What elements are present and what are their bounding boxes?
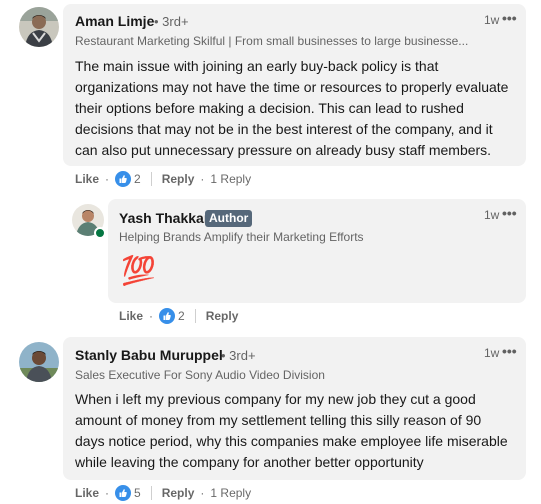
divider [194, 309, 196, 323]
connection-degree: • 3rd+ [154, 14, 189, 29]
like-reaction-icon[interactable] [159, 308, 176, 324]
comment-line: their options before making a decision. … [75, 100, 464, 116]
separator-dot: · [200, 486, 205, 500]
online-status-indicator [94, 227, 106, 239]
like-count[interactable]: 2 [178, 309, 185, 323]
commenter-name[interactable]: Aman Limje [75, 13, 154, 29]
divider [150, 486, 152, 500]
comment-line: amount of money from my settlement telli… [75, 412, 482, 428]
commenter-name[interactable]: Stanly Babu Muruppel [75, 347, 223, 363]
more-options-icon[interactable]: ••• [502, 10, 517, 26]
more-options-icon[interactable]: ••• [502, 205, 517, 221]
like-count[interactable]: 5 [134, 486, 141, 500]
separator-dot: · [105, 172, 110, 186]
comment-line: organizations may not have the time or r… [75, 79, 509, 95]
comment-line: days notice period, why this companies m… [75, 433, 508, 449]
author-badge: Author [205, 210, 253, 227]
replies-count-link[interactable]: 1 Reply [210, 172, 251, 186]
connection-degree: • 3rd+ [221, 348, 256, 363]
comment-line: When i left my previous company for my n… [75, 391, 476, 407]
like-reaction-icon[interactable] [115, 171, 132, 187]
commenter-headline: Sales Executive For Sony Audio Video Div… [75, 368, 325, 382]
commenter-headline: Helping Brands Amplify their Marketing E… [119, 230, 364, 244]
avatar[interactable] [19, 342, 59, 382]
separator-dot: · [200, 172, 205, 186]
more-options-icon[interactable]: ••• [502, 343, 517, 359]
separator-dot: · [149, 309, 154, 323]
divider [150, 172, 152, 186]
comment-actions: Like · 2 Reply · 1 Reply [75, 171, 251, 187]
comment-actions: Like · 5 Reply · 1 Reply [75, 485, 251, 501]
comment-timestamp: 1w [484, 346, 500, 360]
avatar[interactable] [19, 7, 59, 47]
comment-line: decisions that may not be in the best in… [75, 121, 493, 137]
like-reaction-icon[interactable] [115, 485, 132, 501]
separator-dot: · [105, 486, 110, 500]
like-button[interactable]: Like [119, 309, 143, 323]
comment-line: The main issue with joining an early buy… [75, 58, 439, 74]
reply-button[interactable]: Reply [206, 309, 239, 323]
reply-button[interactable]: Reply [162, 172, 195, 186]
like-button[interactable]: Like [75, 486, 99, 500]
comment-line: can also put unnecessary pressure on alr… [75, 142, 492, 158]
comment-timestamp: 1w [484, 208, 500, 222]
comment-text: The main issue with joining an early buy… [75, 56, 520, 161]
replies-count-link[interactable]: 1 Reply [210, 486, 251, 500]
commenter-headline: Restaurant Marketing Skilful | From smal… [75, 34, 469, 48]
comment-line: while leaving the company for another be… [75, 454, 424, 470]
like-count[interactable]: 2 [134, 172, 141, 186]
comment-timestamp: 1w [484, 13, 500, 27]
comment-actions: Like · 2 Reply [119, 308, 238, 324]
hundred-points-emoji: 💯 [121, 254, 156, 287]
commenter-name[interactable]: Yash Thakkar [119, 210, 209, 226]
reply-button[interactable]: Reply [162, 486, 195, 500]
comment-text: When i left my previous company for my n… [75, 389, 520, 473]
like-button[interactable]: Like [75, 172, 99, 186]
